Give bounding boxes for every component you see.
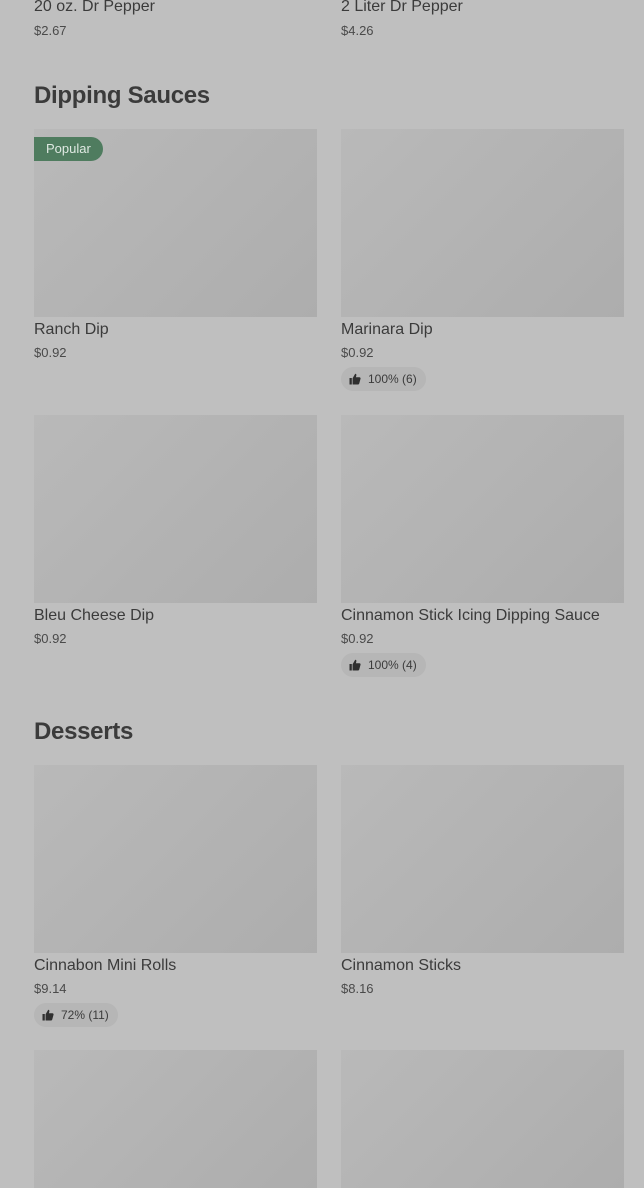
rating-pill: 100% (6) <box>341 367 426 391</box>
menu-item-card[interactable]: 2 Liter Dr Pepper $4.26 <box>341 0 624 43</box>
menu-item-card[interactable]: Cinnamon Sticks $8.16 <box>341 765 624 1005</box>
store-menu-page: 20 oz. Dr Pepper $2.67 2 Liter Dr Pepper… <box>0 0 644 1188</box>
item-name: Marinara Dip <box>341 321 433 338</box>
menu-item-card[interactable]: 20 oz. Dr Pepper $2.67 <box>34 0 317 43</box>
item-name: Cinnabon Mini Rolls <box>34 957 177 974</box>
menu-item-card[interactable]: Cinnabon Mini Rolls $9.14 72% (11) <box>34 765 317 1027</box>
item-image[interactable] <box>341 1050 624 1188</box>
thumbs-up-icon <box>349 373 361 385</box>
item-image[interactable] <box>341 129 624 317</box>
item-image[interactable] <box>34 1050 317 1188</box>
item-image[interactable] <box>341 415 624 603</box>
menu-item-card[interactable]: Popular Ranch Dip $0.92 <box>34 129 317 369</box>
item-price: $9.14 <box>34 981 67 996</box>
thumbs-up-icon <box>42 1009 54 1021</box>
rating-text: 100% (6) <box>368 372 417 386</box>
item-image[interactable] <box>34 765 317 953</box>
item-image[interactable] <box>34 415 317 603</box>
section-title-dipping-sauces: Dipping Sauces <box>34 82 210 109</box>
menu-item-card[interactable] <box>34 1050 317 1188</box>
item-price: $2.67 <box>34 23 67 38</box>
item-price: $0.92 <box>341 345 374 360</box>
item-name: 2 Liter Dr Pepper <box>341 0 463 15</box>
item-price: $8.16 <box>341 981 374 996</box>
thumbs-up-icon <box>349 659 361 671</box>
menu-item-card[interactable]: Marinara Dip $0.92 100% (6) <box>341 129 624 391</box>
rating-pill: 72% (11) <box>34 1003 118 1027</box>
item-price: $0.92 <box>34 631 67 646</box>
item-name: Cinnamon Sticks <box>341 957 462 974</box>
item-price: $0.92 <box>34 345 67 360</box>
menu-item-card[interactable]: Bleu Cheese Dip $0.92 <box>34 415 317 655</box>
item-name: Bleu Cheese Dip <box>34 607 155 624</box>
item-price: $4.26 <box>341 23 374 38</box>
menu-item-card[interactable]: Cinnamon Stick Icing Dipping Sauce $0.92… <box>341 415 624 677</box>
item-name: Cinnamon Stick Icing Dipping Sauce <box>341 607 600 624</box>
rating-pill: 100% (4) <box>341 653 426 677</box>
section-title-desserts: Desserts <box>34 718 134 745</box>
item-image[interactable] <box>341 765 624 953</box>
popular-badge: Popular <box>34 137 103 161</box>
item-name: Ranch Dip <box>34 321 109 338</box>
item-price: $0.92 <box>341 631 374 646</box>
menu-item-card[interactable] <box>341 1050 624 1188</box>
item-name: 20 oz. Dr Pepper <box>34 0 155 15</box>
rating-text: 100% (4) <box>368 658 417 672</box>
rating-text: 72% (11) <box>61 1008 109 1022</box>
